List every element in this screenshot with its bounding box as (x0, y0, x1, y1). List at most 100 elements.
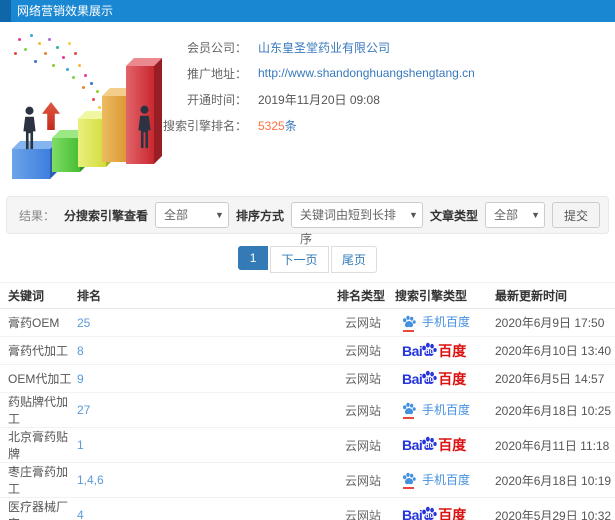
page-1-button[interactable]: 1 (238, 246, 269, 270)
keyword-cell: 北京膏药贴牌 (8, 430, 69, 461)
company-label: 会员公司： (186, 40, 247, 55)
bar-blue (12, 149, 50, 179)
hero-section: 会员公司： 山东皇圣堂药业有限公司 推广地址： http://www.shand… (0, 22, 615, 190)
baidu-paw-icon (402, 402, 416, 420)
rank-count-value: 5325条 (258, 117, 297, 134)
update-time-cell: 2020年6月10日 13:40 (495, 344, 612, 358)
filter-controls: 分搜索引擎查看 全部 ▼ 排序方式 关键词由短到长排序 ▼ 文章类型 全部 ▼ … (63, 202, 600, 246)
table-row: 药贴牌代加工 27 云网站 手机百度 Bai du 百度 2020年6月18日 … (0, 392, 615, 428)
baidu-logo: Bai du 百度 (402, 369, 466, 389)
promo-url-label: 推广地址： (186, 66, 247, 81)
table-row: OEM代加工 9 云网站 手机百度 Bai du 百度 2020年6月5日 14… (0, 364, 615, 393)
company-link[interactable]: 山东皇圣堂药业有限公司 (258, 39, 390, 56)
mobile-baidu-logo: 手机百度 (402, 471, 470, 490)
table-row: 膏药OEM 25 云网站 手机百度 Bai du 百度 2020年6月9日 17… (0, 308, 615, 337)
baidu-paw-icon: du (421, 436, 437, 452)
rank-link[interactable]: 27 (77, 403, 90, 417)
rank-link[interactable]: 4 (77, 508, 84, 520)
open-time-label: 开通时间： (186, 92, 247, 107)
keyword-cell: OEM代加工 (8, 372, 72, 386)
mobile-baidu-label: 手机百度 (422, 402, 471, 417)
page-header: 网络营销效果展示 (0, 0, 615, 22)
info-row-company: 会员公司： 山东皇圣堂药业有限公司 (0, 34, 615, 60)
chevron-down-icon: ▼ (215, 210, 224, 220)
sort-label: 排序方式 (235, 208, 284, 223)
baidu-bai-text: Bai (402, 342, 423, 359)
sort-value: 关键词由短到长排序 (299, 208, 396, 246)
baidu-wordmark: 百度 (438, 370, 467, 387)
keyword-cell: 医疗器械厂家 (8, 500, 69, 520)
keyword-ranking-table: 关键词 排名 排名类型 搜索引擎类型 最新更新时间 膏药OEM 25 云网站 手… (0, 282, 615, 520)
open-time-value: 2019年11月20日 09:08 (258, 92, 380, 107)
update-time-cell: 2020年6月11日 11:18 (495, 438, 610, 453)
mobile-baidu-label: 手机百度 (422, 315, 471, 330)
header-update-time: 最新更新时间 (495, 282, 615, 309)
baidu-wordmark: 百度 (438, 507, 467, 520)
chevron-down-icon: ▼ (531, 210, 540, 220)
keyword-cell: 药贴牌代加工 (8, 395, 69, 426)
update-time-cell: 2020年6月5日 14:57 (495, 372, 605, 386)
rank-link[interactable]: 1,4,6 (77, 473, 104, 487)
update-time-cell: 2020年6月18日 10:19 (495, 473, 612, 488)
header-keyword: 关键词 (0, 282, 77, 309)
rank-type-cell: 云网站 (345, 344, 382, 358)
baidu-wordmark: 百度 (438, 342, 467, 359)
promo-url-link[interactable]: http://www.shandonghuangshengtang.cn (258, 66, 475, 80)
rank-link[interactable]: 8 (77, 344, 84, 358)
article-type-label: 文章类型 (429, 208, 478, 223)
baidu-paw-icon: du (421, 370, 437, 386)
table-row: 膏药代加工 8 云网站 手机百度 Bai du 百度 2020年6月10日 13… (0, 336, 615, 365)
mobile-baidu-logo: 手机百度 (402, 313, 471, 332)
update-time-cell: 2020年6月9日 17:50 (495, 316, 605, 330)
bar-green (52, 138, 80, 172)
baidu-logo: Bai du 百度 (402, 341, 466, 361)
page-title: 网络营销效果展示 (17, 4, 114, 18)
rank-link[interactable]: 9 (77, 372, 84, 386)
last-page-button[interactable]: 尾页 (330, 246, 377, 273)
confetti-decoration (8, 30, 11, 33)
baidu-paw-icon (402, 472, 416, 490)
baidu-du-text: du (425, 443, 434, 450)
engine-filter-value: 全部 (163, 208, 188, 222)
baidu-wordmark: 百度 (438, 437, 467, 453)
baidu-paw-icon (402, 315, 416, 332)
baidu-du-text: du (425, 348, 434, 356)
mobile-baidu-logo: 手机百度 (402, 401, 471, 420)
baidu-paw-icon: du (421, 506, 437, 520)
table-row: 北京膏药贴牌 1 云网站 手机百度 Bai du 百度 2020年6月11日 1… (0, 427, 615, 463)
keyword-cell: 枣庄膏药加工 (8, 465, 69, 496)
table-row: 医疗器械厂家 4 云网站 手机百度 Bai du 百度 2020年5月29日 1… (0, 497, 615, 520)
header-engine-type: 搜索引擎类型 (395, 282, 495, 309)
rank-type-cell: 云网站 (345, 316, 382, 330)
sort-select[interactable]: 关键词由短到长排序 ▼ (290, 202, 423, 246)
baidu-bai-text: Bai (402, 370, 423, 387)
info-row-open-time: 开通时间： 2019年11月20日 09:08 (0, 86, 615, 112)
rank-link[interactable]: 25 (77, 316, 90, 330)
rank-count-label: 搜索引擎排名： (162, 118, 247, 133)
article-type-select[interactable]: 全部 ▼ (484, 202, 545, 228)
baidu-logo: Bai du 百度 (402, 505, 466, 520)
article-type-value: 全部 (493, 208, 518, 222)
baidu-bai-text: Bai (402, 437, 423, 453)
rank-type-cell: 云网站 (345, 438, 382, 453)
rank-link[interactable]: 1 (77, 438, 84, 452)
table-header-row: 关键词 排名 排名类型 搜索引擎类型 最新更新时间 (0, 282, 615, 309)
info-row-rank-count: 搜索引擎排名： 5325条 (0, 112, 615, 138)
table-row: 枣庄膏药加工 1,4,6 云网站 手机百度 Bai du 百度 2020年6月1… (0, 462, 615, 498)
update-time-cell: 2020年5月29日 10:32 (495, 508, 612, 520)
keyword-cell: 膏药代加工 (8, 344, 69, 358)
rank-type-cell: 云网站 (345, 473, 382, 488)
rank-type-cell: 云网站 (345, 372, 382, 386)
engine-filter-label: 分搜索引擎查看 (63, 208, 148, 223)
baidu-bai-text: Bai (402, 507, 423, 520)
next-page-button[interactable]: 下一页 (270, 246, 329, 273)
baidu-du-text: du (425, 513, 434, 520)
engine-filter-select[interactable]: 全部 ▼ (154, 202, 229, 228)
header-rank: 排名 (77, 282, 332, 309)
update-time-cell: 2020年6月18日 10:25 (495, 403, 612, 418)
submit-button[interactable]: 提交 (551, 202, 600, 228)
rank-count-unit[interactable]: 条 (285, 119, 297, 133)
baidu-paw-icon: du (421, 342, 437, 358)
baidu-du-text: du (425, 376, 434, 384)
baidu-logo: Bai du 百度 (402, 435, 466, 455)
